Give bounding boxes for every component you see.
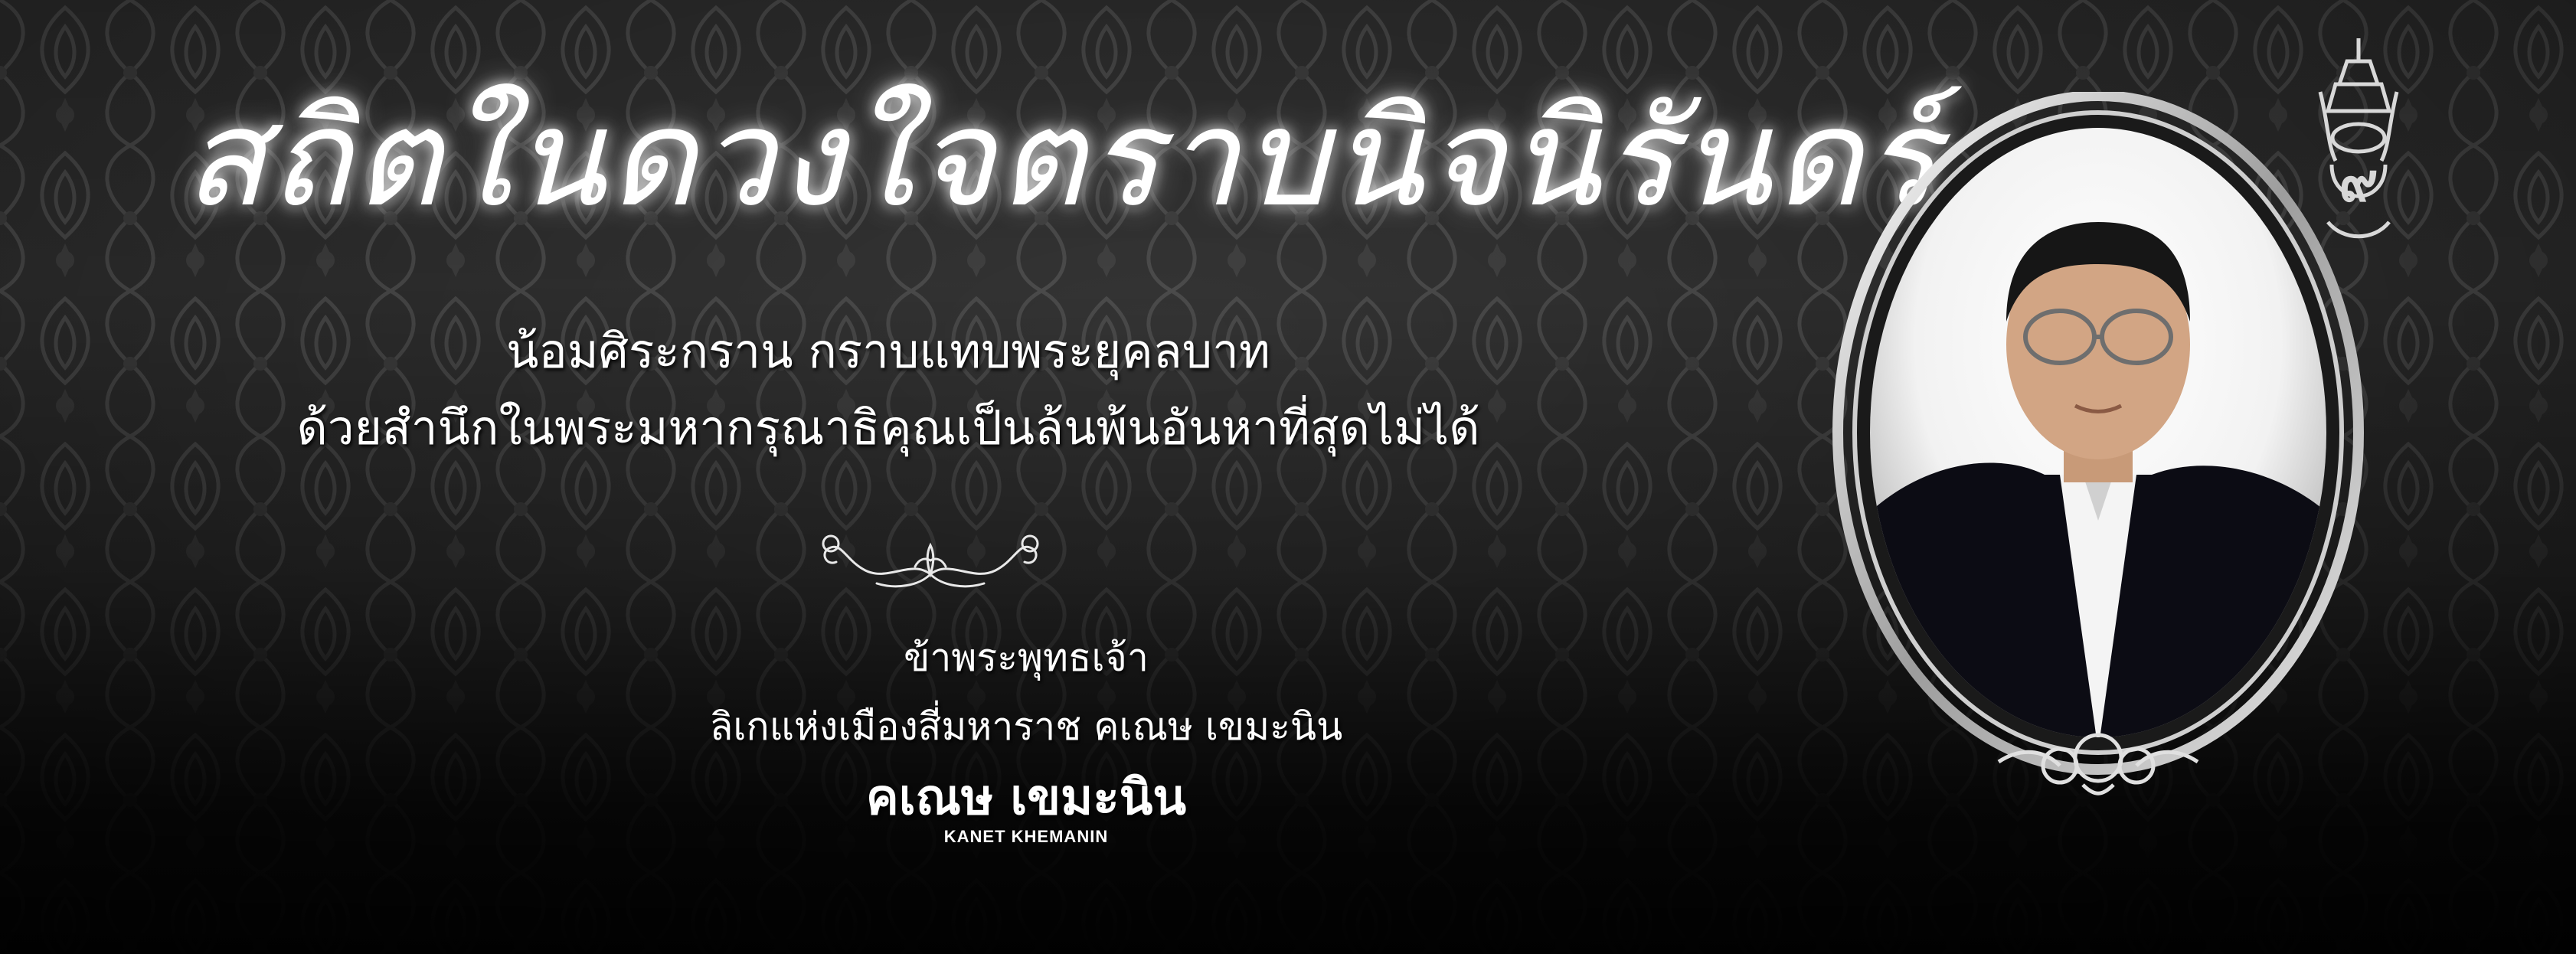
signoff-line-1: ข้าพระพุทธเจ้า [904,635,1149,680]
emblem-numeral: ๙ [2339,150,2378,214]
signoff-line-2: ลิเกแห่งเมืองสี่มหาราช คเณษ เขมะนิน [709,704,1343,749]
verse-line-2: ด้วยสำนึกในพระมหากรุณาธิคุณเป็นล้นพ้นอัน… [296,400,1480,456]
portrait-oval-frame [1832,92,2364,796]
signature-name-latin: KANET KHEMANIN [943,827,1109,846]
ornamental-flourish-icon [822,534,1039,588]
mourning-banner: สถิตในดวงใจตราบนิจนิรันดร์ น้อมศิระกราน … [0,0,2576,954]
verse-line-1: น้อมศิระกราน กราบแทบพระยุคลบาท [506,323,1270,379]
royal-cypher-emblem-icon: ๙ [2318,38,2399,239]
headline-title: สถิตในดวงใจตราบนิจนิรันดร์ [184,80,1940,237]
signature-name-thai: คเณษ เขมะนิน [865,769,1187,826]
